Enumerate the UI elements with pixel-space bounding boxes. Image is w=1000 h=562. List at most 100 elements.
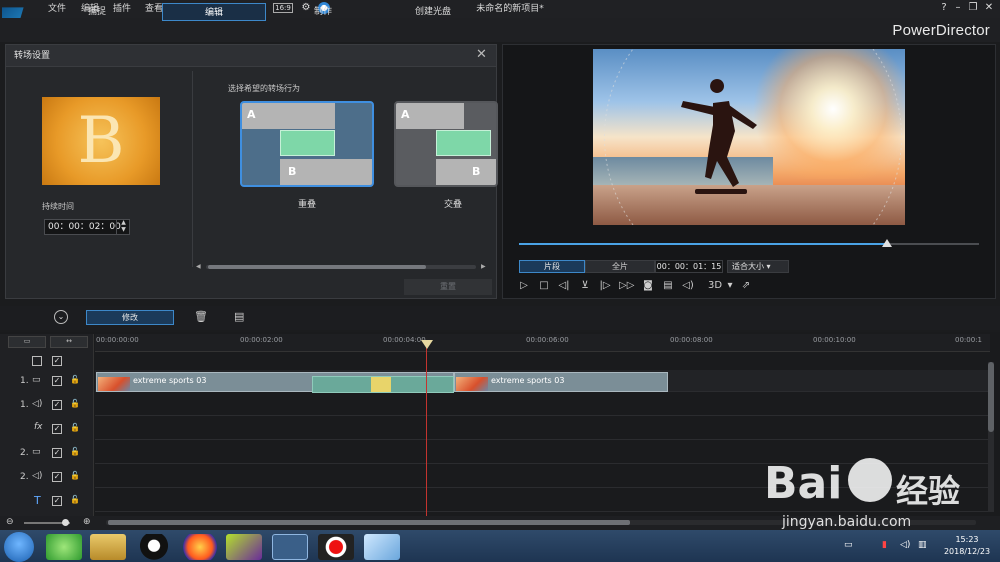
zoom-slider-knob[interactable]: [62, 519, 69, 526]
track-enable-checkbox[interactable]: ✓: [52, 472, 62, 482]
tab-capture[interactable]: 捕捉: [52, 3, 142, 21]
next-frame-icon[interactable]: |▷: [598, 279, 612, 293]
help-icon[interactable]: ?: [938, 2, 950, 14]
video-track-icon: ▭: [32, 375, 41, 385]
track-enable-checkbox[interactable]: ✓: [52, 496, 62, 506]
fit-timeline-icon[interactable]: ↔: [50, 336, 88, 348]
snapshot-icon[interactable]: ◙: [641, 279, 655, 293]
audio-track-icon: ◁): [32, 471, 43, 481]
horizontal-scroll-thumb[interactable]: [108, 520, 630, 525]
stop-icon[interactable]: □: [537, 279, 551, 293]
clip-name: extreme sports 03: [133, 376, 207, 385]
lock-icon[interactable]: 🔓: [70, 399, 80, 408]
subtitle-icon[interactable]: ▤: [661, 279, 675, 293]
scroll-right-icon[interactable]: ▶: [481, 263, 486, 270]
effect-track: [95, 418, 990, 440]
file-explorer-icon[interactable]: [90, 534, 126, 560]
powerdirector-taskbar-icon[interactable]: [272, 534, 308, 560]
preview-timecode[interactable]: 00：00：01：15: [655, 260, 723, 273]
previous-frame-icon[interactable]: ◁|: [557, 279, 571, 293]
audio-track-1: [95, 394, 990, 416]
tab-produce[interactable]: 制作: [278, 3, 368, 21]
movie-mode-button[interactable]: 全片: [585, 260, 655, 273]
edit-list-icon[interactable]: ▤: [234, 310, 244, 323]
enable-all-checkbox[interactable]: ✓: [52, 356, 62, 366]
volume-icon[interactable]: ◁): [681, 279, 695, 293]
panel-divider: [192, 71, 193, 267]
track-enable-checkbox[interactable]: ✓: [52, 400, 62, 410]
lock-icon[interactable]: 🔓: [70, 471, 80, 480]
zoom-select[interactable]: 适合大小 ▾: [727, 260, 789, 273]
track-enable-checkbox[interactable]: ✓: [52, 376, 62, 386]
chevron-down-icon[interactable]: ▼: [117, 226, 130, 233]
track-enable-checkbox[interactable]: ✓: [52, 448, 62, 458]
minimize-icon[interactable]: –: [952, 2, 964, 14]
undock-icon[interactable]: ⇗: [739, 279, 753, 293]
zoom-out-icon[interactable]: ⊖: [6, 517, 14, 527]
menu-view[interactable]: 查看: [145, 0, 163, 18]
playhead-line[interactable]: [426, 344, 427, 516]
chevron-up-icon[interactable]: ▲: [117, 219, 130, 226]
preview-scrubber-progress: [519, 243, 887, 245]
vertical-scroll-thumb[interactable]: [988, 362, 994, 432]
transition-settings-panel: 转场设置 ✕ B 持续时间 00：00：02：00 ▲ ▼ 选择希望的转场行为 A…: [5, 44, 498, 299]
clip-mode-button[interactable]: 片段: [519, 260, 585, 273]
baidu-paw-icon: [848, 458, 892, 502]
scroll-thumb[interactable]: [208, 265, 426, 269]
timeline-view-icon[interactable]: ▭: [8, 336, 46, 348]
lock-icon[interactable]: 🔓: [70, 375, 80, 384]
select-all-checkbox[interactable]: [32, 356, 42, 366]
clip-thumbnail: [98, 377, 130, 391]
expand-icon[interactable]: ⌄: [54, 310, 68, 324]
transition-option-overlap[interactable]: A B: [240, 101, 374, 187]
tab-edit[interactable]: 编辑: [162, 3, 266, 21]
chevron-down-icon[interactable]: ▾: [723, 279, 737, 293]
marker-icon[interactable]: ⊻: [578, 279, 592, 293]
tab-create-disc[interactable]: 创建光盘: [388, 3, 478, 21]
main-tab-bar: [0, 18, 1000, 42]
fx-track-icon: fx: [34, 422, 43, 432]
option-label-crossfade: 交叠: [443, 200, 462, 210]
reset-button[interactable]: 重置: [404, 279, 492, 295]
lock-icon[interactable]: 🔓: [70, 423, 80, 432]
panel-close-icon[interactable]: ✕: [476, 47, 487, 63]
video-track-icon: ▭: [32, 447, 41, 457]
playhead-handle[interactable]: [421, 340, 433, 349]
windows-start-icon[interactable]: [4, 532, 34, 562]
preview-video[interactable]: [593, 49, 905, 225]
options-scrollbar[interactable]: ◀ ▶: [196, 263, 488, 271]
recorder-icon[interactable]: [318, 534, 354, 560]
panel-title: 转场设置: [14, 51, 51, 61]
powerdirector-window: 文件 编辑 插件 查看 播放 ▣ ↶ ↷ 16:9 ⚙ ● 未命名的新项目* ?…: [0, 0, 1000, 562]
preview-panel: 片段 全片 00：00：01：15 适合大小 ▾ ▷ □ ◁| ⊻ |▷ ▷▷ …: [502, 44, 996, 299]
restore-icon[interactable]: ❐: [967, 2, 979, 14]
firefox-icon[interactable]: [182, 534, 218, 560]
zoom-in-icon[interactable]: ⊕: [83, 517, 91, 527]
option-label-overlap: 重叠: [297, 200, 316, 210]
transition-icon[interactable]: [371, 377, 391, 392]
preview-scrubber-knob[interactable]: [882, 239, 892, 247]
duration-stepper[interactable]: ▲ ▼: [116, 219, 130, 235]
duration-label: 持续时间: [42, 202, 74, 211]
trash-icon[interactable]: 🗑: [194, 310, 208, 323]
track-enable-checkbox[interactable]: ✓: [52, 424, 62, 434]
clip-b-block: B: [280, 159, 372, 185]
qq-icon[interactable]: [136, 534, 172, 560]
track-number: 2.: [20, 472, 29, 482]
play-icon[interactable]: ▷: [517, 279, 531, 293]
fast-forward-icon[interactable]: ▷▷: [619, 279, 634, 293]
overlap-block: [280, 130, 335, 156]
transition-option-crossfade[interactable]: A B: [394, 101, 498, 187]
ruler-tick: 00:00:06:00: [526, 336, 569, 344]
lock-icon[interactable]: 🔓: [70, 495, 80, 504]
notepad-icon[interactable]: [364, 534, 400, 560]
video-editor-icon[interactable]: [226, 534, 262, 560]
video-clip[interactable]: extreme sports 03: [454, 372, 668, 392]
close-icon[interactable]: ✕: [983, 2, 995, 14]
lock-icon[interactable]: 🔓: [70, 447, 80, 456]
browser-360-icon[interactable]: [46, 534, 82, 560]
title-track-icon: T: [34, 494, 41, 507]
scroll-left-icon[interactable]: ◀: [196, 263, 201, 270]
modify-button[interactable]: 修改: [86, 310, 174, 325]
behavior-prompt: 选择希望的转场行为: [228, 84, 300, 93]
